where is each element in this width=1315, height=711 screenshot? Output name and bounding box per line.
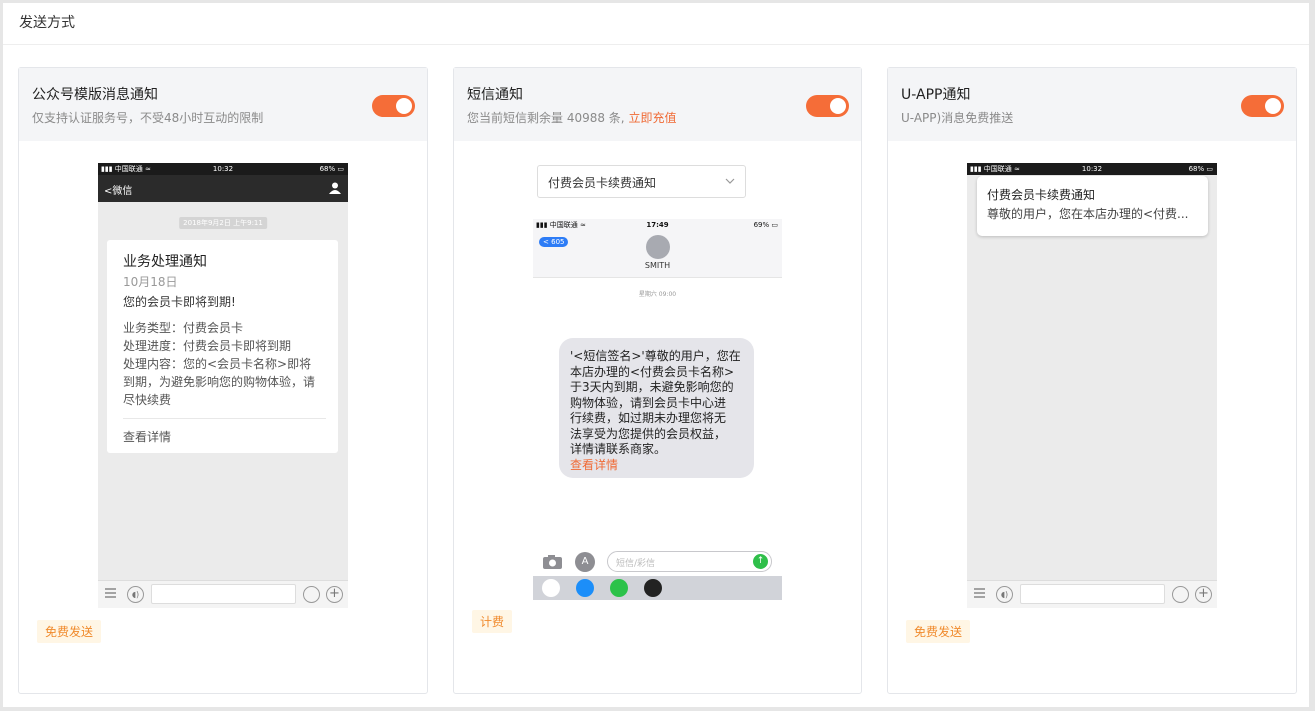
battery-icon: ▭	[337, 165, 344, 173]
chat-input-bar: ◖) +	[98, 580, 348, 608]
view-details-link[interactable]: 查看详情	[123, 428, 171, 445]
toggle-knob	[1265, 98, 1281, 114]
sms-template-select[interactable]: 付费会员卡续费通知	[537, 165, 746, 198]
free-send-badge: 免费发送	[906, 620, 971, 643]
contact-name: SMITH	[644, 261, 671, 270]
card-header: U-APP通知 U-APP)消息免费推送	[888, 68, 1296, 141]
sms-bubble-text: '<短信签名>'尊敬的用户，您在 本店办理的<付费会员卡名称> 于3天内到期，未…	[570, 349, 748, 473]
push-notification[interactable]: 付费会员卡续费通知 尊敬的用户，您在本店办理的<付费...	[977, 176, 1208, 236]
emoji-icon[interactable]	[303, 586, 320, 603]
voice-icon[interactable]: ◖)	[996, 586, 1013, 603]
battery-icon: ▭	[1206, 165, 1213, 173]
view-details-link[interactable]: 查看详情	[570, 458, 748, 474]
billing-badge: 计费	[472, 610, 513, 633]
status-bar: ▮▮▮ 中国联通 ≈ 17:49 69% ▭	[536, 221, 778, 229]
card-uapp: U-APP通知 U-APP)消息免费推送 ▮▮▮ 中国联通 ≈ 10:32 68…	[887, 67, 1297, 694]
sms-header: ▮▮▮ 中国联通 ≈ 17:49 69% ▭ < 605 SMITH	[533, 219, 782, 278]
camera-icon[interactable]	[542, 554, 563, 570]
chevron-down-icon	[725, 178, 735, 184]
free-send-badge: 免费发送	[37, 620, 102, 643]
back-button[interactable]: < 605	[539, 237, 569, 247]
clock-icon[interactable]	[610, 579, 628, 597]
battery-icon: ▭	[771, 221, 778, 229]
page-header: 发送方式	[3, 3, 1309, 45]
wechat-toggle[interactable]	[372, 95, 415, 117]
plus-icon[interactable]: +	[326, 586, 343, 603]
list-icon[interactable]	[974, 588, 985, 599]
message-lead: 您的会员卡即将到期!	[123, 295, 236, 309]
sms-input[interactable]: 短信/彩信 ↑	[607, 551, 772, 572]
sms-bubble: '<短信签名>'尊敬的用户，您在 本店办理的<付费会员卡名称> 于3天内到期，未…	[559, 338, 754, 478]
card-header: 短信通知 您当前短信剩余量 40988 条, 立即充值	[454, 68, 861, 141]
divider	[123, 418, 326, 419]
card-title: 短信通知	[467, 87, 523, 103]
contact-avatar	[646, 235, 670, 259]
card-subtitle: 仅支持认证服务号，不受48小时互动的限制	[32, 111, 264, 125]
app-dock	[533, 576, 782, 600]
chat-input-bar: ◖) +	[967, 580, 1217, 608]
plus-icon[interactable]: +	[1195, 586, 1212, 603]
send-icon[interactable]: ↑	[753, 554, 768, 569]
page: 发送方式 公众号模版消息通知 仅支持认证服务号，不受48小时互动的限制 ▮▮▮ …	[3, 3, 1309, 707]
sms-toggle[interactable]	[806, 95, 849, 117]
uapp-toggle[interactable]	[1241, 95, 1284, 117]
recharge-link[interactable]: 立即充值	[628, 111, 676, 125]
toggle-knob	[830, 98, 846, 114]
sms-input-row: A 短信/彩信 ↑	[533, 550, 782, 574]
card-wechat-template: 公众号模版消息通知 仅支持认证服务号，不受48小时互动的限制 ▮▮▮ 中国联通 …	[18, 67, 428, 694]
date-pill: 2018年9月2日 上午9:11	[179, 217, 267, 229]
card-title: U-APP通知	[901, 87, 971, 103]
uapp-phone-preview: ▮▮▮ 中国联通 ≈ 10:32 68% ▭ 付费会员卡续费通知 尊敬的用户，您…	[967, 163, 1217, 608]
message-body: 业务类型：付费会员卡 处理进度：付费会员卡即将到期 处理内容：您的<会员卡名称>…	[123, 321, 316, 407]
wechat-nav-bar: <微信	[98, 175, 348, 202]
sms-input-placeholder: 短信/彩信	[616, 559, 656, 569]
person-icon	[329, 182, 341, 194]
sms-phone-preview: ▮▮▮ 中国联通 ≈ 17:49 69% ▭ < 605 SMITH 星期六 0…	[533, 219, 782, 600]
sms-timestamp: 星期六 09:00	[638, 291, 677, 298]
appstore-icon[interactable]	[576, 579, 594, 597]
emoji-icon[interactable]	[1172, 586, 1189, 603]
status-bar: ▮▮▮ 中国联通 ≈ 10:32 68% ▭	[967, 163, 1217, 175]
select-value: 付费会员卡续费通知	[548, 176, 657, 190]
status-bar: ▮▮▮ 中国联通 ≈ 10:32 68% ▭	[98, 163, 348, 175]
template-message-card: 业务处理通知 10月18日 您的会员卡即将到期! 业务类型：付费会员卡 处理进度…	[107, 240, 338, 453]
list-icon[interactable]	[105, 588, 116, 599]
photos-icon[interactable]	[542, 579, 560, 597]
appstore-icon[interactable]: A	[575, 552, 595, 572]
card-subtitle: U-APP)消息免费推送	[901, 111, 1014, 125]
chat-input[interactable]	[151, 584, 296, 604]
page-title: 发送方式	[19, 15, 75, 31]
card-subtitle: 您当前短信剩余量 40988 条, 立即充值	[467, 111, 677, 125]
card-sms: 短信通知 您当前短信剩余量 40988 条, 立即充值 付费会员卡续费通知 ▮▮…	[453, 67, 862, 694]
status-time: 10:32	[212, 165, 234, 173]
back-chevron-icon: <	[543, 238, 549, 246]
message-title: 业务处理通知	[123, 254, 207, 270]
music-icon[interactable]	[644, 579, 662, 597]
card-title: 公众号模版消息通知	[32, 87, 158, 103]
back-button[interactable]: <微信	[104, 182, 132, 197]
card-header: 公众号模版消息通知 仅支持认证服务号，不受48小时互动的限制	[19, 68, 427, 141]
message-date: 10月18日	[123, 275, 178, 289]
voice-icon[interactable]: ◖)	[127, 586, 144, 603]
wechat-phone-preview: ▮▮▮ 中国联通 ≈ 10:32 68% ▭ <微信 2018年9月2日 上午9…	[98, 163, 348, 608]
push-text: 尊敬的用户，您在本店办理的<付费...	[987, 207, 1189, 221]
push-title: 付费会员卡续费通知	[987, 188, 1096, 202]
chat-input[interactable]	[1020, 584, 1165, 604]
toggle-knob	[396, 98, 412, 114]
